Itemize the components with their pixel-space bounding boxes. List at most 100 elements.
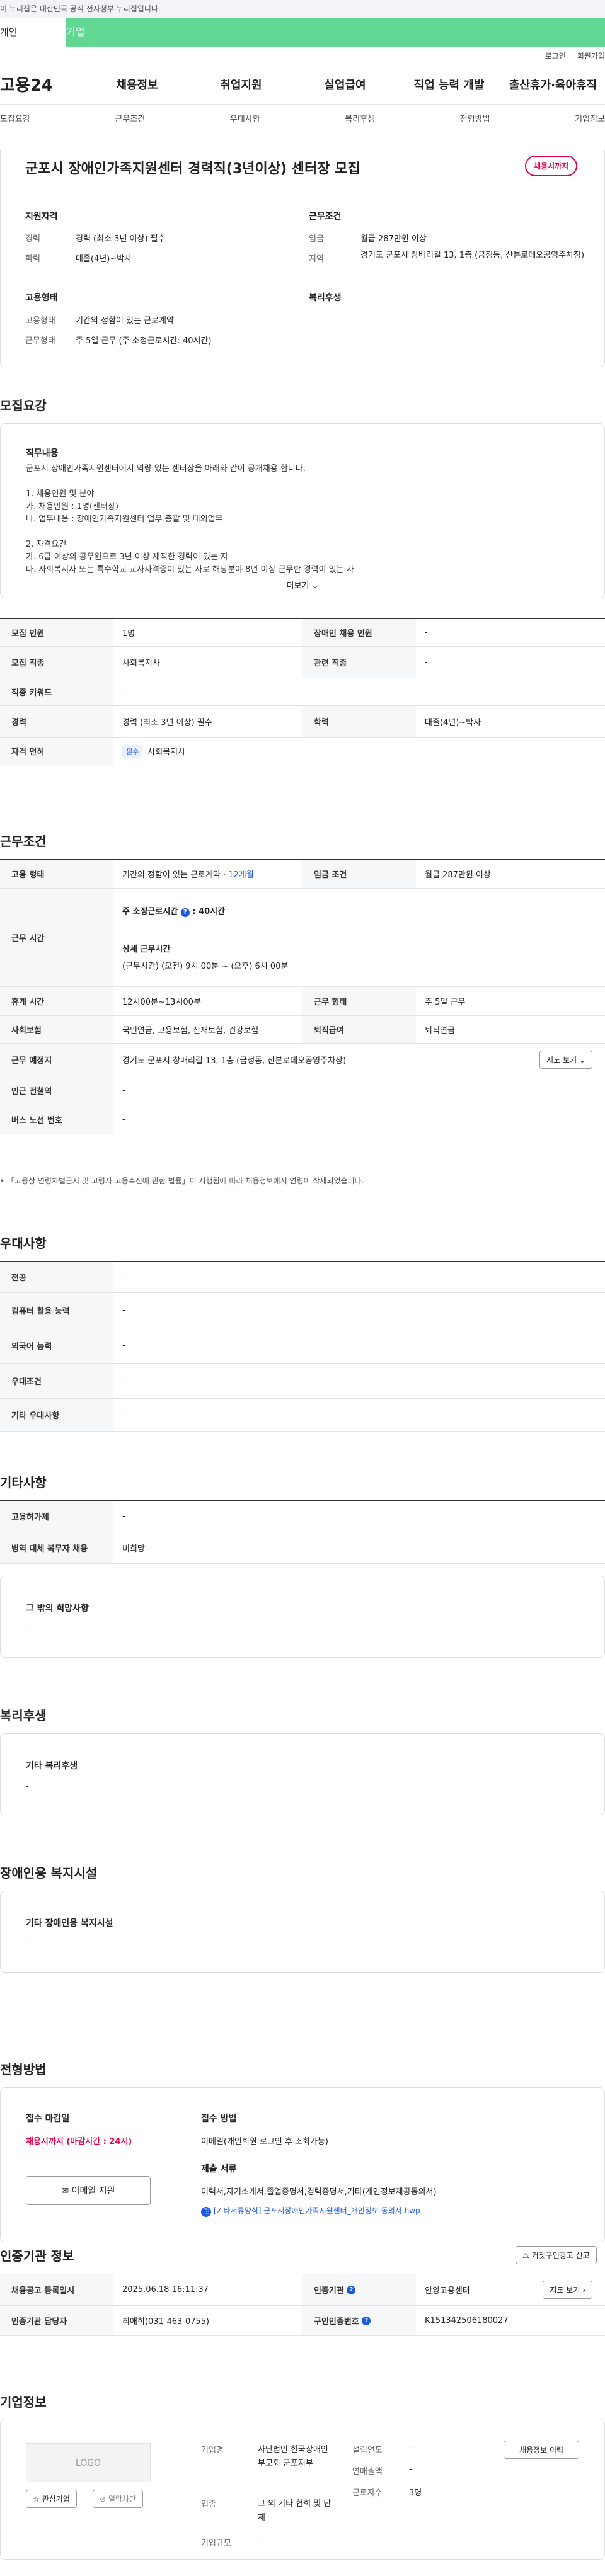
table-row: 근무 시간 주 소정근로시간 ? : 40시간 상세 근무시간 (근무시간) (…	[0, 889, 605, 987]
duty-line: 2. 자격요건	[26, 540, 67, 549]
cell-label: 경력	[0, 706, 113, 737]
attachment-link[interactable]: ⎘ [기타서류양식] 군포시장애인가족지원센터_개인정보 동의서.hwp	[201, 2205, 420, 2217]
job-title: 군포시 장애인가족지원센터 경력직(3년이상) 센터장 모집	[25, 161, 360, 177]
cell-value: -	[122, 1512, 125, 1521]
tab-enterprise[interactable]: 기업	[66, 18, 605, 47]
recruit-heading: 모집요강	[0, 398, 47, 413]
email-apply-button[interactable]: ✉ 이메일 지원	[26, 2176, 151, 2205]
cell-value: -	[122, 1376, 125, 1386]
megaphone-icon: ⚠	[522, 2251, 529, 2260]
cell-value: 월급 287만원 이상	[425, 870, 491, 880]
sales-value: -	[409, 2465, 412, 2474]
deadline-value: 채용시까지 (마감시간 : 24시)	[26, 2137, 132, 2146]
gnb-item-2[interactable]: 실업급여	[293, 76, 397, 93]
subtab-company[interactable]: 기업정보	[575, 112, 605, 124]
join-link[interactable]: 회원가입	[577, 50, 605, 61]
cell-label: 우대조건	[0, 1364, 113, 1398]
cert-table: 채용공고 등록일시 2025.06.18 16:11:37 인증기관 ? 안양고…	[0, 2274, 605, 2336]
cell-label: 외국어 능력	[0, 1328, 113, 1363]
table-row: 휴게 시간 12시00분~13시00분 근무 형태 주 5일 근무	[0, 987, 605, 1016]
subtab-welfare[interactable]: 복리후생	[345, 112, 375, 124]
welfare-sub: 기타 복리후생	[26, 1761, 78, 1771]
cell-value: 1명	[122, 629, 135, 639]
login-link[interactable]: 로그인	[545, 50, 566, 61]
docs-label: 제출 서류	[201, 2164, 237, 2174]
chevron-down-icon: ⌄	[311, 581, 319, 591]
detail-value: (근무시간) (오전) 9시 00분 ~ (오후) 6시 00분	[122, 961, 289, 971]
cell-value: 최애희(031-463-0755)	[122, 2317, 210, 2327]
worktype-label: 근무형태	[25, 336, 55, 346]
disab-box: 기타 장애인용 복지시설 -	[0, 1891, 605, 1973]
table-row: 전공 -	[0, 1262, 605, 1293]
disab-heading: 장애인용 복지시설	[0, 1866, 98, 1881]
hope-heading: 그 밖의 희망사항	[26, 1604, 89, 1614]
cert-map-button[interactable]: 지도 보기 ›	[543, 2281, 592, 2299]
welfare-box: 기타 복리후생 -	[0, 1733, 605, 1815]
cell-label: 자격 면허	[0, 738, 113, 765]
gnb-item-0[interactable]: 채용정보	[85, 76, 189, 93]
gnb-item-4[interactable]: 출산휴가·육아휴직	[501, 76, 605, 93]
util-links: 로그인 회원가입	[0, 47, 605, 64]
region-value: 경기도 군포시 창배리길 13, 1층 (금정동, 산본로데오공영주차장)	[360, 251, 585, 260]
block-button[interactable]: ⊘ 열람차단	[93, 2490, 144, 2508]
subtab-recruit[interactable]: 모집요강	[0, 112, 30, 124]
duty-line: 1. 채용인원 및 분야	[26, 489, 95, 499]
cell-value: -	[425, 658, 428, 667]
subtab-pref[interactable]: 우대사항	[230, 112, 260, 124]
table-row: 사회보험 국민연금, 고용보험, 산재보험, 건강보험 퇴직급여 퇴직연금	[0, 1016, 605, 1044]
table-row: 우대조건 -	[0, 1364, 605, 1399]
deadline-label: 접수 마감일	[26, 2114, 70, 2124]
wage-value: 월급 287만원 이상	[360, 234, 427, 244]
welfare-heading: 복리후생	[309, 293, 342, 303]
user-type-tabs: 개인 기업	[0, 18, 605, 47]
site-logo[interactable]: 고용24	[0, 72, 85, 96]
year-label: 설립연도	[352, 2446, 383, 2455]
industry-value: 그 외 기타 협회 및 단체	[258, 2499, 331, 2522]
global-nav: 고용24 채용정보 취업지원 실업급여 직업 능력 개발 출산휴가·육아휴직	[0, 64, 605, 105]
method-label: 접수 방법	[201, 2114, 237, 2124]
report-button[interactable]: ⚠ 거짓구인광고 신고	[516, 2246, 597, 2264]
mail-icon: ✉	[61, 2186, 69, 2196]
subtab-process[interactable]: 전형방법	[460, 112, 490, 124]
job-history-button[interactable]: 채용정보 이력	[504, 2441, 579, 2459]
block-label: 열람차단	[108, 2495, 137, 2504]
table-row: 인근 전철역 -	[0, 1076, 605, 1105]
cell-value: 퇴직연금	[425, 1026, 455, 1035]
method-value: 이메일(개인회원 로그인 후 조회가능)	[201, 2137, 328, 2146]
more-button[interactable]: 더보기 ⌄	[1, 574, 604, 598]
report-label: 거짓구인광고 신고	[531, 2251, 590, 2260]
hope-box: 그 밖의 희망사항 -	[0, 1576, 605, 1658]
cell-value: -	[122, 1115, 125, 1124]
duty-line: 가. 6급 이상의 공무원으로 3년 이상 재직한 경력이 있는 자	[26, 552, 228, 562]
favorite-button[interactable]: ☆ 관심기업	[26, 2490, 77, 2508]
cell-label: 버스 노선 번호	[0, 1105, 113, 1134]
cell-label: 장애인 채용 인원	[302, 619, 416, 646]
subtab-work[interactable]: 근무조건	[115, 112, 145, 124]
cond-heading: 근무조건	[309, 212, 342, 222]
welfare-section-heading: 복리후생	[0, 1708, 47, 1723]
info-icon[interactable]: ?	[347, 2285, 356, 2294]
cell-value: 사회복지사	[122, 659, 160, 668]
table-row: 모집 직종 사회복지사 관련 직종 -	[0, 647, 605, 678]
recruit-table: 모집 인원 1명 장애인 채용 인원 - 모집 직종 사회복지사 관련 직종 -…	[0, 618, 605, 765]
region-label: 지역	[309, 254, 324, 264]
career-value: 경력 (최소 3년 이상) 필수	[76, 234, 166, 244]
tab-individual[interactable]: 개인	[0, 18, 66, 47]
gnb-item-1[interactable]: 취업지원	[189, 76, 293, 93]
cell-label: 근무 시간	[0, 889, 113, 986]
duty-box: 직무내용 군포시 장애인가족지원센터에서 역량 있는 센터장을 아래와 같이 공…	[0, 423, 605, 598]
duty-heading: 직무내용	[26, 448, 59, 459]
size-value: -	[258, 2536, 261, 2546]
industry-label: 업종	[201, 2500, 216, 2509]
process-box: 접수 마감일 채용시까지 (마감시간 : 24시) ✉ 이메일 지원 접수 방법…	[0, 2087, 605, 2242]
favorite-label: 관심기업	[42, 2495, 70, 2504]
table-row: 근무 예정지 경기도 군포시 창배리길 13, 1층 (금정동, 산본로데오공영…	[0, 1044, 605, 1076]
company-logo: LOGO	[26, 2443, 151, 2482]
name-label: 기업명	[201, 2446, 224, 2455]
gnb-item-3[interactable]: 직업 능력 개발	[397, 76, 501, 93]
info-icon[interactable]: ?	[180, 908, 190, 917]
cell-label: 전공	[0, 1262, 113, 1292]
cell-label: 인증기관 담당자	[0, 2306, 113, 2335]
info-icon[interactable]: ?	[362, 2316, 371, 2325]
map-button[interactable]: 지도 보기 ⌄	[539, 1051, 592, 1069]
